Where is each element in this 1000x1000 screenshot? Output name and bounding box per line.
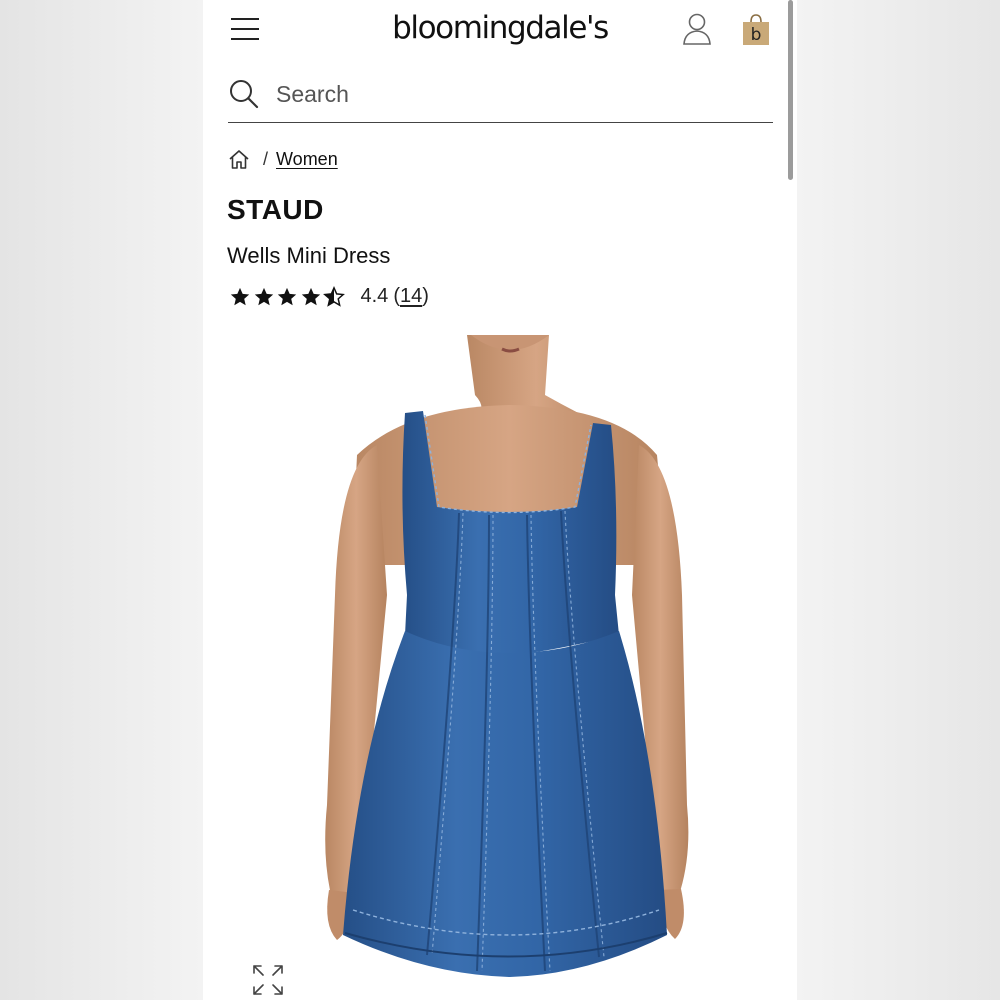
breadcrumb-separator: / [263, 148, 269, 169]
breadcrumb: / Women [228, 146, 338, 172]
home-icon[interactable] [228, 148, 250, 170]
star-full-icon [230, 287, 250, 305]
background-left [0, 0, 203, 1000]
dress-illustration [325, 335, 689, 977]
background-right [797, 0, 1000, 1000]
user-account-icon[interactable] [682, 12, 712, 46]
bag-letter: b [751, 25, 762, 45]
mobile-page: bloomingdale's b / Women STAUD Wells Min… [203, 0, 797, 1000]
rating-stars [229, 285, 347, 308]
star-full-icon [254, 287, 273, 305]
review-paren-close: ) [422, 285, 429, 307]
search-icon[interactable] [228, 78, 260, 110]
review-count-link[interactable]: (14) [393, 285, 429, 308]
review-paren-open: ( [393, 285, 400, 307]
product-rating[interactable]: 4.4 (14) [229, 285, 429, 308]
star-full-icon [277, 287, 297, 305]
star-full-icon [301, 287, 320, 305]
review-count[interactable]: 14 [400, 285, 422, 307]
rating-value: 4.4 [360, 285, 389, 307]
star-half-icon [323, 285, 345, 307]
breadcrumb-item-women[interactable]: Women [276, 149, 338, 170]
shopping-bag-icon[interactable]: b [741, 12, 771, 46]
search-bar[interactable] [228, 74, 773, 123]
search-input[interactable] [276, 78, 756, 110]
page-scrollbar[interactable] [788, 0, 793, 180]
expand-arrows-icon[interactable] [251, 963, 285, 997]
product-name: Wells Mini Dress [227, 243, 391, 268]
product-image[interactable] [227, 335, 773, 1000]
product-brand[interactable]: STAUD [227, 194, 324, 226]
